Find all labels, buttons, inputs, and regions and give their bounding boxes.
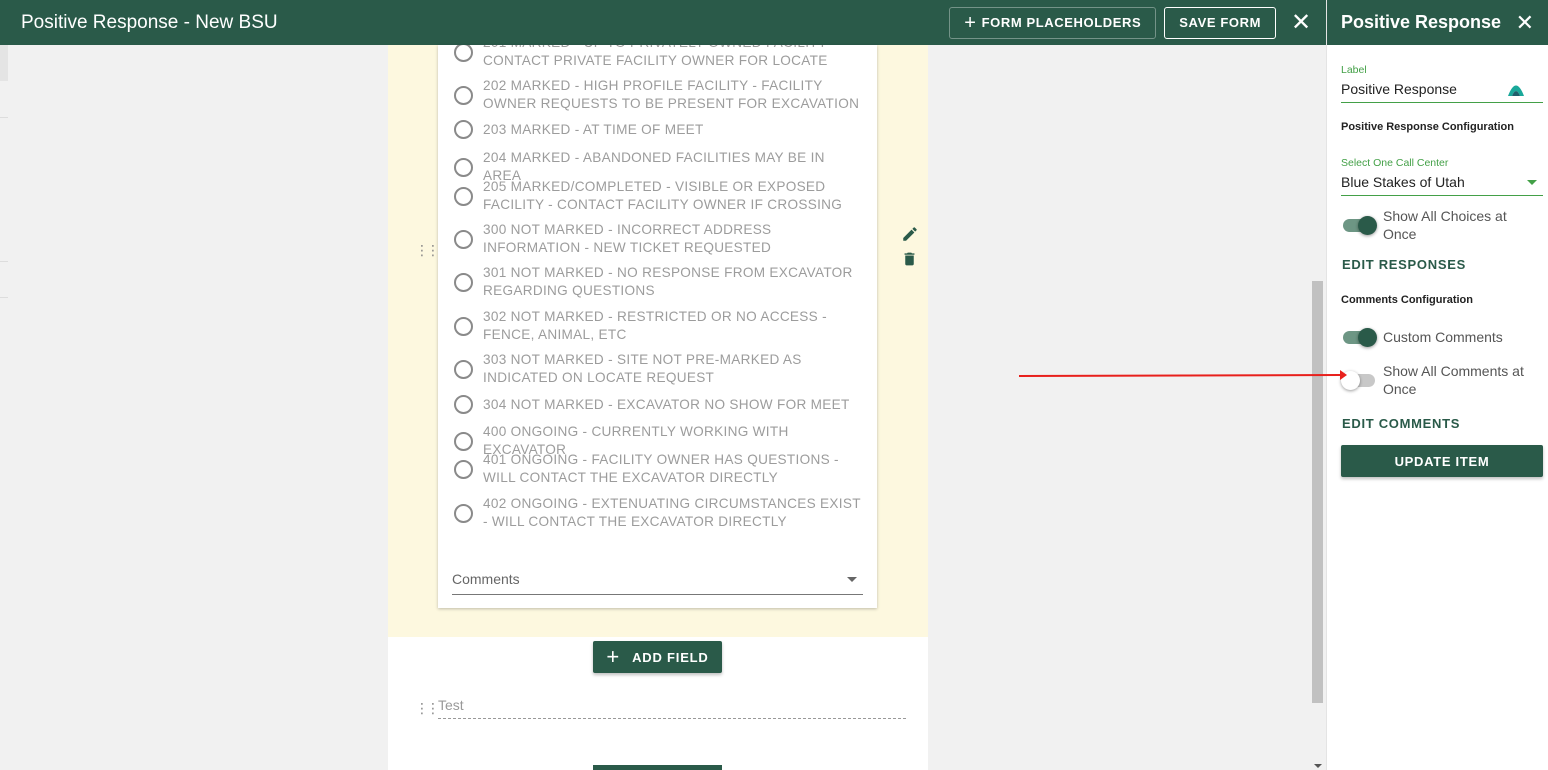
- option-label: 301 NOT MARKED - NO RESPONSE FROM EXCAVA…: [483, 265, 853, 298]
- top-app-bar: Positive Response - New BSU + FORM PLACE…: [0, 0, 1326, 45]
- left-list-edge: [0, 45, 8, 770]
- radio-button[interactable]: [454, 431, 473, 451]
- canvas-scrollbar[interactable]: [1310, 45, 1326, 770]
- selected-field-area: ⋮⋮ 201 MARKED - UP TO PRIVATELY OWNED FA…: [388, 45, 928, 637]
- label-input-value: Positive Response: [1341, 81, 1457, 97]
- show-all-choices-toggle[interactable]: [1341, 215, 1377, 235]
- label-field-caption: Label: [1341, 64, 1367, 76]
- comments-select[interactable]: Comments: [452, 565, 863, 595]
- option-radio-row[interactable]: 303 NOT MARKED - SITE NOT PRE-MARKED AS …: [454, 351, 865, 387]
- panel-title: Positive Response: [1341, 12, 1502, 32]
- form-placeholders-label: FORM PLACEHOLDERS: [981, 15, 1142, 30]
- label-input[interactable]: Positive Response: [1341, 77, 1543, 103]
- scroll-down-icon[interactable]: [1314, 764, 1322, 768]
- close-icon[interactable]: ✕: [1286, 10, 1316, 35]
- one-call-center-caption: Select One Call Center: [1341, 157, 1449, 169]
- test-field-input[interactable]: Test: [438, 693, 906, 719]
- add-field-button-partial[interactable]: [593, 765, 722, 770]
- option-label: 205 MARKED/COMPLETED - VISIBLE OR EXPOSE…: [483, 179, 843, 212]
- panel-header: Positive Response ✕: [1327, 0, 1548, 45]
- drag-handle-icon[interactable]: ⋮⋮: [415, 701, 440, 715]
- radio-button[interactable]: [454, 459, 473, 479]
- positive-response-config-title: Positive Response Configuration: [1341, 121, 1514, 133]
- annotation-arrow: [1018, 370, 1347, 380]
- option-radio-row[interactable]: 205 MARKED/COMPLETED - VISIBLE OR EXPOSE…: [454, 178, 865, 214]
- comments-config-title: Comments Configuration: [1341, 294, 1473, 306]
- radio-button[interactable]: [454, 85, 473, 105]
- delete-trash-icon[interactable]: [901, 250, 918, 273]
- drag-handle-icon[interactable]: ⋮⋮: [415, 243, 440, 257]
- custom-comments-toggle[interactable]: [1341, 327, 1377, 347]
- option-label: 304 NOT MARKED - EXCAVATOR NO SHOW FOR M…: [483, 396, 850, 412]
- divider: [0, 261, 8, 262]
- edit-comments-button[interactable]: EDIT COMMENTS: [1342, 416, 1460, 431]
- option-label: 402 ONGOING - EXTENUATING CIRCUMSTANCES …: [483, 496, 861, 529]
- radio-button[interactable]: [454, 316, 473, 336]
- option-label: 201 MARKED - UP TO PRIVATELY OWNED FACIL…: [483, 45, 836, 68]
- option-radio-row[interactable]: 201 MARKED - UP TO PRIVATELY OWNED FACIL…: [454, 45, 865, 70]
- form-canvas: ⋮⋮ 201 MARKED - UP TO PRIVATELY OWNED FA…: [388, 45, 928, 770]
- radio-button[interactable]: [454, 186, 473, 206]
- plus-icon: +: [964, 11, 977, 34]
- form-placeholders-button[interactable]: + FORM PLACEHOLDERS: [949, 6, 1157, 39]
- divider: [0, 297, 8, 298]
- add-field-label: ADD FIELD: [632, 649, 709, 665]
- radio-button[interactable]: [454, 359, 473, 379]
- custom-comments-label: Custom Comments: [1383, 329, 1503, 345]
- scrollbar-thumb[interactable]: [1312, 281, 1323, 703]
- show-all-choices-label: Show All Choices at Once: [1383, 208, 1507, 242]
- update-item-button[interactable]: UPDATE ITEM: [1341, 445, 1543, 477]
- option-radio-row[interactable]: 402 ONGOING - EXTENUATING CIRCUMSTANCES …: [454, 495, 865, 531]
- option-label: 302 NOT MARKED - RESTRICTED OR NO ACCESS…: [483, 309, 827, 342]
- show-all-comments-label: Show All Comments at Once: [1383, 363, 1524, 397]
- properties-panel: Positive Response ✕ Label Positive Respo…: [1326, 0, 1548, 770]
- radio-button[interactable]: [454, 272, 473, 292]
- radio-button[interactable]: [454, 503, 473, 523]
- logo-icon: [1508, 85, 1524, 96]
- left-list-selected-row[interactable]: [0, 45, 8, 81]
- page-title: Positive Response - New BSU: [21, 11, 278, 33]
- option-radio-row[interactable]: 304 NOT MARKED - EXCAVATOR NO SHOW FOR M…: [454, 395, 865, 414]
- radio-button[interactable]: [454, 229, 473, 249]
- radio-button[interactable]: [454, 45, 473, 62]
- option-label: 401 ONGOING - FACILITY OWNER HAS QUESTIO…: [483, 452, 839, 485]
- radio-button[interactable]: [454, 157, 473, 177]
- option-label: 202 MARKED - HIGH PROFILE FACILITY - FAC…: [483, 78, 860, 111]
- save-form-button[interactable]: SAVE FORM: [1164, 6, 1276, 39]
- positive-response-field-card[interactable]: 201 MARKED - UP TO PRIVATELY OWNED FACIL…: [438, 45, 877, 608]
- plus-icon: +: [606, 644, 621, 669]
- option-radio-row[interactable]: 202 MARKED - HIGH PROFILE FACILITY - FAC…: [454, 77, 865, 113]
- toggle-knob: [1358, 328, 1377, 347]
- dropdown-caret-icon: [1527, 180, 1537, 185]
- option-radio-row[interactable]: 301 NOT MARKED - NO RESPONSE FROM EXCAVA…: [454, 264, 865, 300]
- comments-select-label: Comments: [452, 571, 520, 587]
- test-field-placeholder: Test: [438, 697, 464, 713]
- option-label: 300 NOT MARKED - INCORRECT ADDRESS INFOR…: [483, 222, 772, 255]
- option-radio-row[interactable]: 302 NOT MARKED - RESTRICTED OR NO ACCESS…: [454, 308, 865, 344]
- edit-responses-button[interactable]: EDIT RESPONSES: [1342, 257, 1466, 272]
- edit-pencil-icon[interactable]: [901, 225, 919, 248]
- close-icon[interactable]: ✕: [1516, 11, 1534, 34]
- one-call-center-select[interactable]: Blue Stakes of Utah: [1341, 170, 1543, 196]
- option-radio-row[interactable]: 203 MARKED - AT TIME OF MEET: [454, 120, 865, 139]
- option-label: 203 MARKED - AT TIME OF MEET: [483, 121, 704, 137]
- dropdown-caret-icon: [847, 577, 857, 582]
- radio-button[interactable]: [454, 120, 473, 139]
- option-radio-row[interactable]: 300 NOT MARKED - INCORRECT ADDRESS INFOR…: [454, 221, 865, 257]
- add-field-button[interactable]: + ADD FIELD: [593, 641, 722, 673]
- one-call-center-value: Blue Stakes of Utah: [1341, 174, 1465, 190]
- divider: [0, 117, 8, 118]
- option-label: 303 NOT MARKED - SITE NOT PRE-MARKED AS …: [483, 352, 802, 385]
- option-radio-row[interactable]: 401 ONGOING - FACILITY OWNER HAS QUESTIO…: [454, 451, 865, 487]
- radio-button[interactable]: [454, 395, 473, 414]
- toggle-knob: [1358, 216, 1377, 235]
